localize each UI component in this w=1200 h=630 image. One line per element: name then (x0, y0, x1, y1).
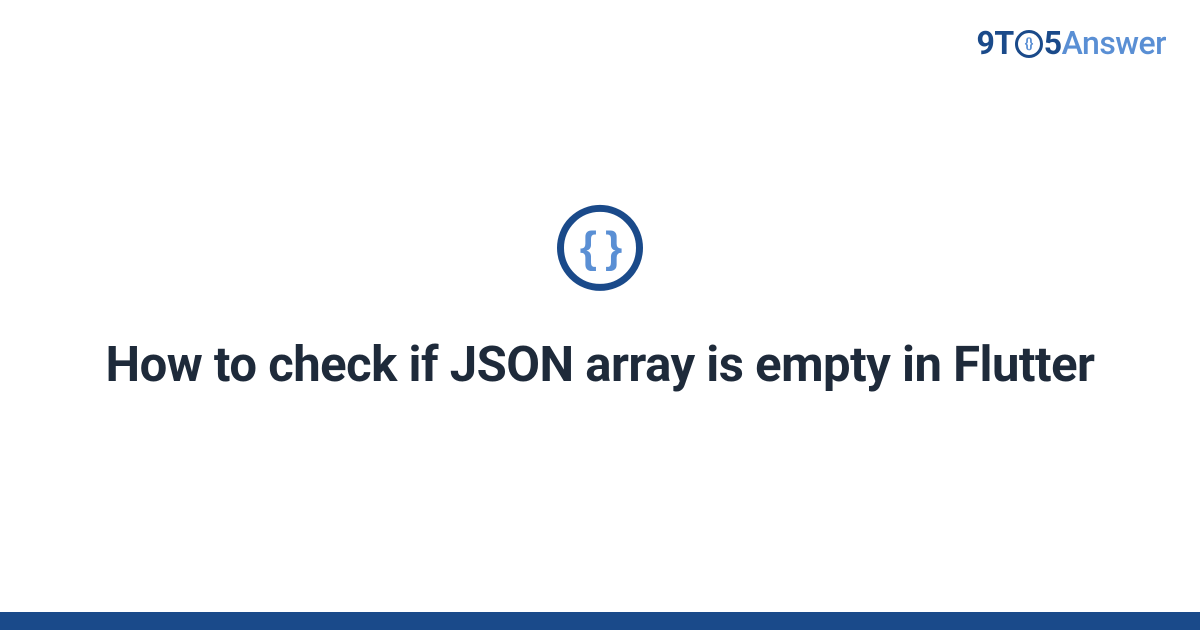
logo-circle-icon: {} (1015, 30, 1043, 58)
topic-icon: { } (557, 205, 643, 291)
site-logo: 9T {} 5 Answer (977, 24, 1166, 62)
logo-prefix: 9T (977, 24, 1014, 62)
footer-bar (0, 612, 1200, 630)
json-braces-icon: { } (580, 226, 620, 270)
main-content: { } How to check if JSON array is empty … (0, 205, 1200, 395)
page-title: How to check if JSON array is empty in F… (0, 335, 1200, 395)
logo-suffix: Answer (1062, 24, 1166, 62)
logo-circle-inner: {} (1025, 37, 1033, 51)
logo-mid: 5 (1044, 24, 1062, 62)
